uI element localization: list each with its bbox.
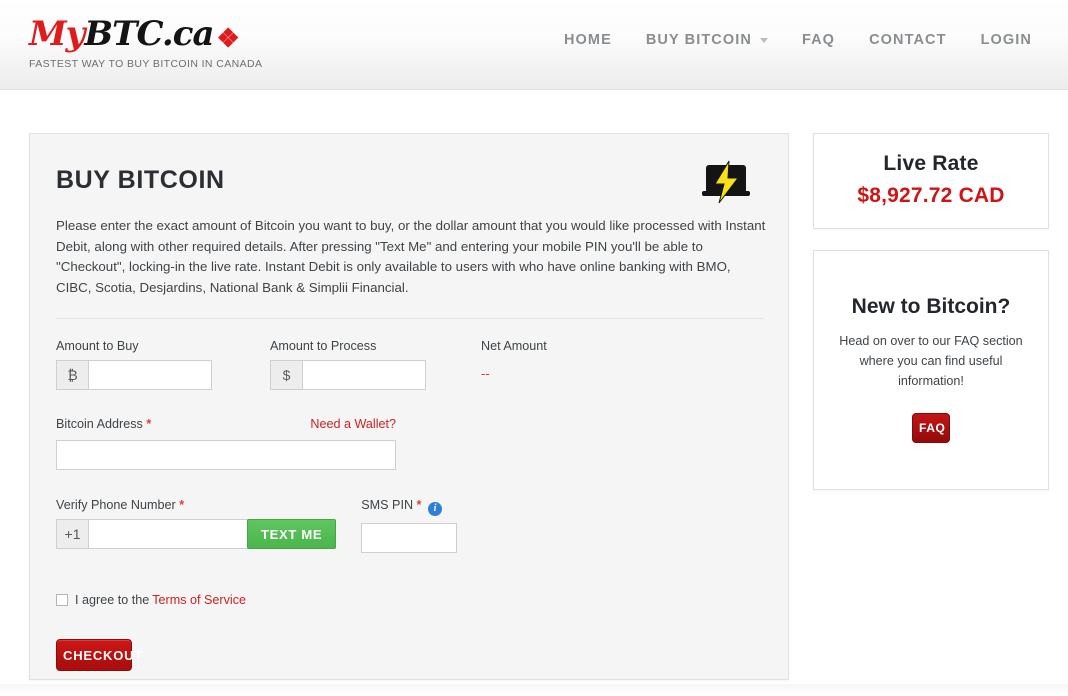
page-title: BUY BITCOIN <box>56 166 225 194</box>
sms-pin-label-text: SMS PIN <box>361 498 414 512</box>
site-logo[interactable]: MyBTC.ca ❖ FASTEST WAY TO BUY BITCOIN IN … <box>29 14 359 70</box>
amount-to-process-input[interactable] <box>302 360 426 390</box>
logo-wordmark: MyBTC.ca ❖ <box>29 14 359 54</box>
sidebar: Live Rate $8,927.72 CAD New to Bitcoin? … <box>813 133 1049 490</box>
logo-text-btc: BTC.ca <box>84 14 214 54</box>
nav-item-login-label: LOGIN <box>980 32 1032 48</box>
live-rate-value: $8,927.72 CAD <box>857 184 1005 207</box>
nav-item-contact[interactable]: CONTACT <box>869 32 947 48</box>
live-rate-card: Live Rate $8,927.72 CAD <box>813 133 1049 229</box>
page-bottom-shadow <box>0 684 1068 696</box>
new-to-bitcoin-title: New to Bitcoin? <box>851 295 1011 318</box>
nav-item-faq[interactable]: FAQ <box>802 32 835 48</box>
amount-to-buy-input-group: ₿ <box>56 360 212 390</box>
amount-to-buy-group: Amount to Buy ₿ <box>56 339 212 390</box>
amount-to-process-group: Amount to Process $ <box>270 339 426 390</box>
bitcoin-address-input[interactable] <box>56 440 396 470</box>
chevron-down-icon <box>759 37 768 43</box>
new-to-bitcoin-text: Head on over to our FAQ section where yo… <box>839 334 1023 388</box>
nav-item-contact-label: CONTACT <box>869 32 947 48</box>
amount-to-process-input-group: $ <box>270 360 426 390</box>
bitcoin-address-required-mark: * <box>146 417 152 431</box>
verify-phone-input[interactable] <box>88 519 248 549</box>
purchase-form: Amount to Buy ₿ Amount to Process $ Net … <box>56 339 762 671</box>
sms-pin-group: SMS PIN * i <box>361 498 458 553</box>
new-to-bitcoin-card: New to Bitcoin? Head on over to our FAQ … <box>813 250 1049 490</box>
terms-checkbox[interactable] <box>56 594 68 606</box>
maple-leaf-icon: ❖ <box>216 24 239 54</box>
terms-agreement-row: I agree to the Terms of Service <box>56 593 762 607</box>
bitcoin-address-label-text: Bitcoin Address <box>56 417 143 431</box>
section-divider <box>56 318 764 319</box>
faq-button[interactable]: FAQ <box>912 413 950 443</box>
logo-text-my: My <box>29 14 85 54</box>
verification-row: Verify Phone Number * +1 TEXT ME SMS PIN… <box>56 498 762 553</box>
nav-item-faq-label: FAQ <box>801 32 836 48</box>
text-me-button[interactable]: TEXT ME <box>247 519 337 549</box>
live-rate-title: Live Rate <box>883 152 979 175</box>
terms-of-service-link[interactable]: Terms of Service <box>152 593 246 607</box>
nav-item-home-label: HOME <box>563 32 612 48</box>
nav-item-login[interactable]: LOGIN <box>981 32 1032 48</box>
net-amount-label: Net Amount <box>481 339 547 353</box>
instant-debit-bolt-icon <box>702 160 750 204</box>
amount-to-buy-input[interactable] <box>88 360 212 390</box>
sms-pin-required-mark: * <box>416 498 422 512</box>
bitcoin-address-label: Bitcoin Address * <box>56 417 151 431</box>
bitcoin-symbol-icon: ₿ <box>56 360 88 390</box>
buy-bitcoin-card: BUY BITCOIN Please enter the exact amoun… <box>29 133 789 680</box>
amounts-row: Amount to Buy ₿ Amount to Process $ Net … <box>56 339 762 390</box>
amount-to-buy-label: Amount to Buy <box>56 339 139 353</box>
nav-item-buy-bitcoin-label: BUY BITCOIN <box>645 32 752 48</box>
net-amount-value: -- <box>481 366 490 381</box>
verify-phone-label-text: Verify Phone Number <box>56 498 176 512</box>
verify-phone-group: Verify Phone Number * +1 TEXT ME <box>56 498 337 549</box>
main-navigation: HOME BUY BITCOIN FAQ CONTACT LOGIN <box>564 32 1032 48</box>
country-code-prefix: +1 <box>56 519 88 549</box>
net-amount-group: Net Amount -- <box>481 339 547 381</box>
dollar-symbol-icon: $ <box>270 360 302 390</box>
amount-to-process-label: Amount to Process <box>270 339 377 353</box>
logo-tagline: FASTEST WAY TO BUY BITCOIN IN CANADA <box>29 58 263 70</box>
need-a-wallet-link[interactable]: Need a Wallet? <box>310 417 396 431</box>
verify-phone-required-mark: * <box>179 498 185 512</box>
info-icon[interactable]: i <box>427 502 442 516</box>
nav-item-buy-bitcoin[interactable]: BUY BITCOIN <box>646 32 768 48</box>
nav-item-home[interactable]: HOME <box>564 32 612 48</box>
verify-phone-label: Verify Phone Number * <box>56 498 336 512</box>
checkout-button[interactable]: CHECKOUT <box>56 639 142 671</box>
terms-agreement-text: I agree to the <box>75 593 150 607</box>
verify-phone-input-group: +1 TEXT ME <box>56 519 337 549</box>
sms-pin-input[interactable] <box>361 523 458 553</box>
sms-pin-label: SMS PIN * i <box>361 498 457 516</box>
site-header: MyBTC.ca ❖ FASTEST WAY TO BUY BITCOIN IN … <box>0 0 1068 90</box>
bitcoin-address-group: Bitcoin Address * Need a Wallet? <box>56 417 762 470</box>
intro-paragraph: Please enter the exact amount of Bitcoin… <box>56 218 766 295</box>
